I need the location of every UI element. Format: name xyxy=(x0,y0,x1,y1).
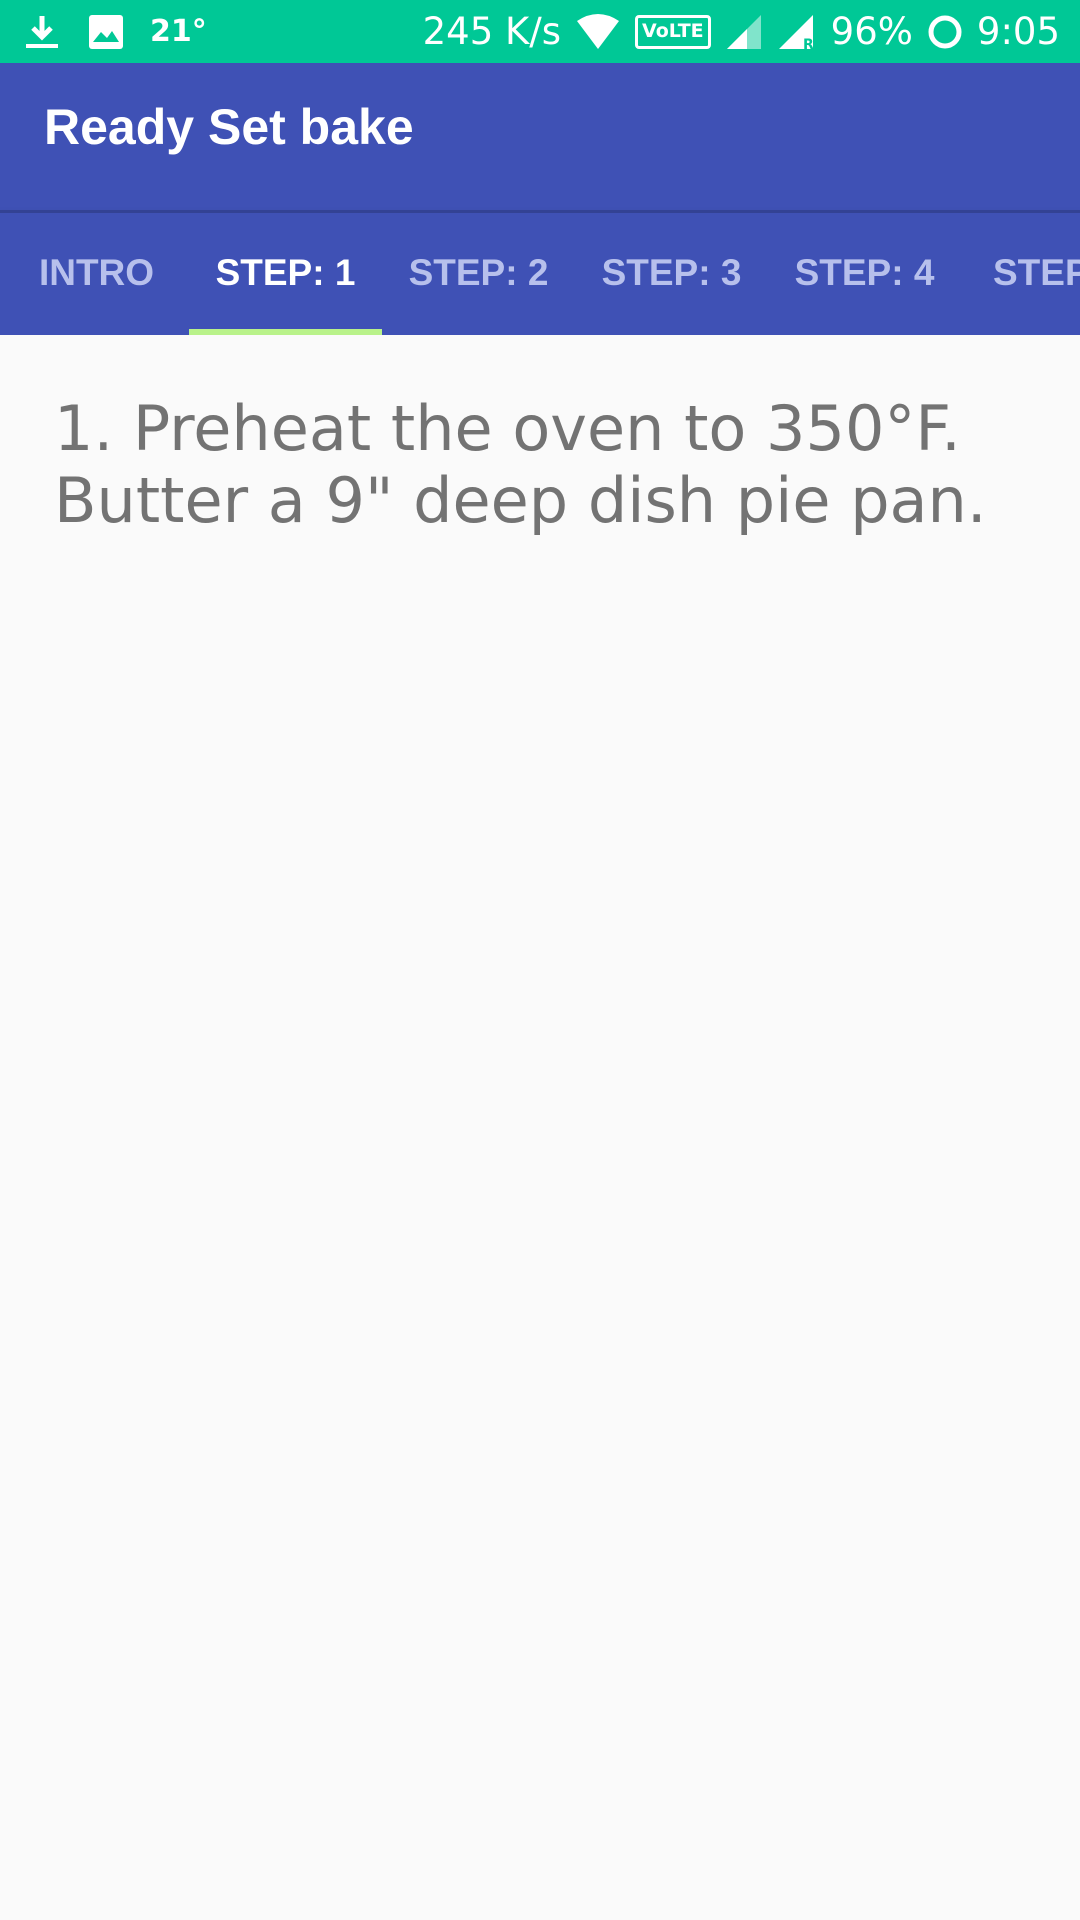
tab-label: STEP: 5 xyxy=(993,251,1080,293)
app-title: Ready Set bake xyxy=(44,98,414,155)
temperature-label: 21° xyxy=(150,14,207,49)
svg-text:R: R xyxy=(803,37,814,51)
download-icon xyxy=(22,12,62,52)
status-bar: 21° 245 K/s VoLTE R 96% 9:05 xyxy=(0,0,1080,63)
tab-step-5[interactable]: STEP: 5 xyxy=(961,210,1080,335)
tab-bar[interactable]: INTRO STEP: 1 STEP: 2 STEP: 3 STEP: 4 ST… xyxy=(0,210,1080,335)
tab-step-1[interactable]: STEP: 1 xyxy=(189,210,382,335)
volte-badge: VoLTE xyxy=(635,14,711,49)
tab-label: STEP: 1 xyxy=(215,251,356,293)
tab-label: STEP: 3 xyxy=(601,251,742,293)
wifi-icon xyxy=(575,13,621,51)
network-speed-label: 245 K/s xyxy=(422,10,562,53)
battery-ring-icon xyxy=(927,14,963,50)
signal-roaming-icon: R xyxy=(777,13,817,51)
clock-label: 9:05 xyxy=(976,10,1060,53)
step-instruction-text: 1. Preheat the oven to 350°F. Butter a 9… xyxy=(54,392,987,537)
tab-step-3[interactable]: STEP: 3 xyxy=(575,210,768,335)
tab-step-2[interactable]: STEP: 2 xyxy=(382,210,575,335)
app-bar: Ready Set bake xyxy=(0,63,1080,210)
tab-step-4[interactable]: STEP: 4 xyxy=(768,210,961,335)
gallery-icon xyxy=(88,14,124,50)
step-content: 1. Preheat the oven to 350°F. Butter a 9… xyxy=(0,335,1080,1920)
battery-percent-label: 96% xyxy=(830,10,913,53)
tab-label: STEP: 2 xyxy=(408,251,549,293)
tab-label: INTRO xyxy=(38,251,155,293)
tab-label: STEP: 4 xyxy=(794,251,935,293)
signal-icon xyxy=(725,13,763,51)
tab-intro[interactable]: INTRO xyxy=(0,210,193,335)
